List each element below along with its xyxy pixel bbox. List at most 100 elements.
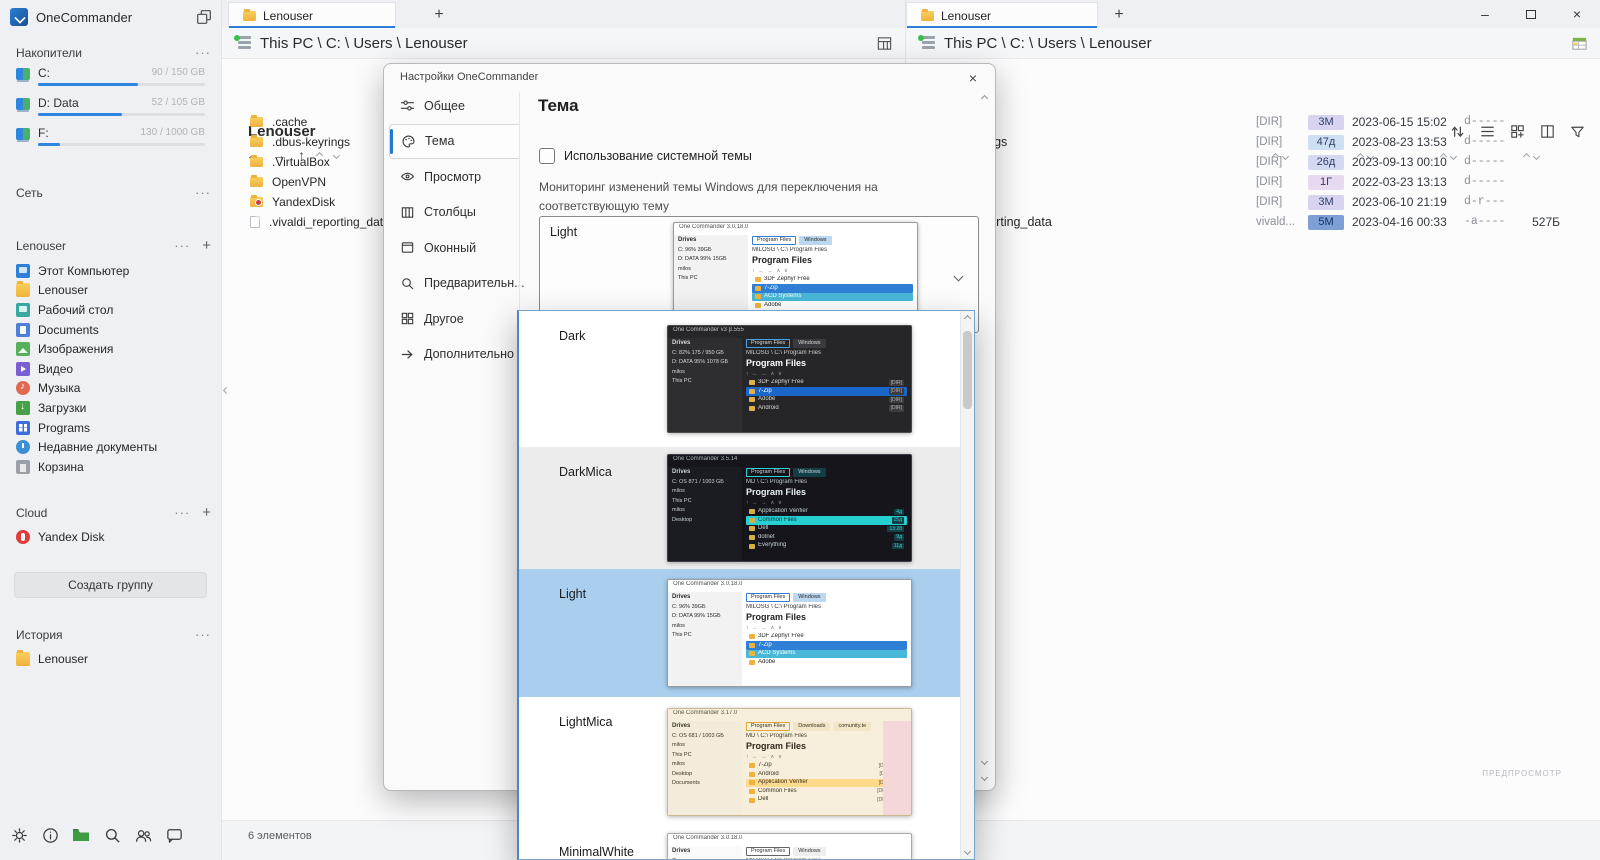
columns-settings-icon[interactable] (1571, 35, 1588, 52)
folder-icon (250, 135, 263, 147)
preview-file-row: ACD Systems (746, 649, 907, 659)
settings-nav-sliders[interactable]: Общее (384, 88, 519, 124)
settings-nav-preview[interactable]: Предварительн... (384, 266, 525, 302)
preview-heading: Program Files (746, 487, 807, 498)
columns-toggle-icon[interactable] (876, 35, 893, 52)
scrollbar-thumb[interactable] (963, 331, 972, 409)
folder-icon (749, 797, 755, 803)
file-row[interactable]: .vivaldi_reporting_datavivald...5М2023-0… (906, 212, 1600, 232)
users-icon[interactable] (132, 824, 154, 846)
dir-tag: [DIR] (1256, 116, 1283, 128)
favorites-add-button[interactable]: + (202, 238, 211, 253)
file-row[interactable]: .dbus-keyrings[DIR]47д2023-08-23 13:53d-… (906, 132, 1600, 152)
theme-thumbnail: One Commander 3.0.18.0 DrivesC:D: DATAmil… (667, 833, 912, 859)
file-size: 527Б (1532, 215, 1560, 229)
sidebar-item[interactable]: Lenouser (0, 649, 221, 669)
recent-icon (16, 440, 30, 455)
sidebar-item[interactable]: Programs (0, 418, 221, 438)
settings-nav-view[interactable]: Просмотр (384, 159, 519, 195)
maximize-button[interactable] (1508, 0, 1554, 28)
theme-option-MinimalWhite[interactable]: MinimalWhite One Commander 3.0.18.0 Drives… (519, 827, 960, 859)
sidebar-item[interactable]: Музыка (0, 379, 221, 399)
sidebar-item[interactable]: Этот Компьютер (0, 261, 221, 281)
preview-titlebar: One Commander 3.5.14 (673, 456, 738, 462)
sidebar-item[interactable]: Рабочий стол (0, 300, 221, 320)
popup-scrollbar[interactable] (960, 311, 974, 859)
sidebar-item[interactable]: Корзина (0, 457, 221, 477)
breadcrumb[interactable]: This PC \ C: \ Users \ Lenouser (260, 35, 468, 52)
theme-thumbnail: One Commander 3.0.18.0 Drives C: 96% 39GБ D… (667, 579, 912, 687)
tab-label: Lenouser (941, 8, 992, 23)
cloud-add-button[interactable]: + (202, 505, 211, 520)
new-tab-button[interactable]: + (1108, 4, 1130, 26)
folder-icon (749, 763, 755, 769)
settings-nav-advanced[interactable]: Дополнительно (384, 337, 519, 373)
settings-nav-palette[interactable]: Тема (389, 123, 519, 159)
drives-menu-button[interactable]: ··· (195, 46, 211, 59)
sidebar-item[interactable]: Yandex Disk (0, 527, 221, 547)
folder-icon (250, 115, 263, 127)
preview-panel-label[interactable]: ПРЕДПРОСМОТР (1482, 769, 1562, 778)
theme-option-Light[interactable]: Light One Commander 3.0.18.0 Drives C: 96% … (519, 569, 960, 697)
right-tab[interactable]: Lenouser (906, 2, 1098, 28)
preview-sidebar: Drives C: 82% 175 / 950 GБ D: DATA 95% 107… (668, 338, 742, 432)
history-menu-button[interactable]: ··· (195, 628, 211, 641)
settings-nav-window[interactable]: Оконный (384, 230, 519, 266)
settings-gear-icon[interactable] (8, 824, 30, 846)
file-row[interactable]: OpenVPN[DIR]1Г2022-03-23 13:13d----- (906, 172, 1600, 192)
folder-icon (755, 303, 761, 309)
system-theme-checkbox-row[interactable]: Использование системной темы (539, 148, 752, 164)
file-row[interactable]: .VirtualBox[DIR]26д2023-09-13 00:10d----… (906, 152, 1600, 172)
theme-option-DarkMica[interactable]: DarkMica One Commander 3.5.14 Drives C: OS … (519, 447, 960, 569)
dir-tag: [DIR] (1256, 136, 1283, 148)
preview-tabs: Program Files Windows (752, 236, 913, 245)
drive-item[interactable]: C: 90 / 150 GB (0, 66, 221, 96)
programs-icon (16, 420, 30, 435)
sidebar-item[interactable]: Загрузки (0, 398, 221, 418)
sidebar-item[interactable]: Изображения (0, 339, 221, 359)
folder-icon (749, 660, 755, 666)
checkbox[interactable] (539, 148, 555, 164)
preview-tabs: Program Files Windows (746, 468, 907, 477)
create-group-button[interactable]: Создать группу (14, 572, 207, 598)
theme-option-LightMica[interactable]: LightMica One Commander 3.17.0 Drives C: OS… (519, 697, 960, 827)
preview-titlebar: One Commander 3.0.18.0 (673, 835, 743, 841)
preview-file-name: Dell (758, 525, 769, 532)
sidebar-item[interactable]: Documents (0, 320, 221, 340)
detach-panel-icon[interactable] (195, 8, 213, 26)
sidebar-item[interactable]: Недавние документы (0, 437, 221, 457)
folder-icon (749, 509, 755, 515)
file-date: 2022-03-23 13:13 (1352, 175, 1447, 189)
info-icon[interactable] (39, 824, 61, 846)
file-row[interactable]: .cache[DIR]3М2023-06-15 15:02d----- (906, 112, 1600, 132)
drive-item[interactable]: F: 130 / 1000 GB (0, 126, 221, 156)
minimize-button[interactable]: – (1462, 0, 1508, 28)
file-row[interactable]: YandexDisk[DIR]3М2023-06-10 21:19d-r--- (906, 192, 1600, 212)
search-icon[interactable] (101, 824, 123, 846)
folders-icon[interactable] (70, 824, 92, 846)
settings-nav-columns[interactable]: Столбцы (384, 195, 519, 231)
close-button[interactable]: × (1554, 0, 1600, 28)
drive-item[interactable]: D: Data 52 / 105 GB (0, 96, 221, 126)
preview-heading: Program Files (746, 358, 807, 369)
dialog-close-button[interactable]: × (961, 68, 985, 88)
favorites-menu-button[interactable]: ··· (174, 239, 190, 252)
cloud-list: Yandex Disk (0, 527, 221, 547)
breadcrumb[interactable]: This PC \ C: \ Users \ Lenouser (944, 35, 1152, 52)
dialog-scrollbar[interactable] (979, 94, 991, 782)
preview-sidebar-row: This PC (672, 751, 692, 758)
sidebar-item[interactable]: Видео (0, 359, 221, 379)
theme-option-label: Light (559, 587, 587, 601)
network-menu-button[interactable]: ··· (195, 186, 211, 199)
cloud-menu-button[interactable]: ··· (174, 506, 190, 519)
sidebar-toolbar (8, 824, 185, 846)
cloud-section-label: Cloud (16, 506, 48, 520)
new-tab-button[interactable]: + (428, 4, 450, 26)
chat-icon[interactable] (163, 824, 185, 846)
left-tab[interactable]: Lenouser (228, 2, 396, 28)
sidebar-item[interactable]: Lenouser (0, 281, 221, 301)
theme-preview-Dark: One Commander v3 β.555 Drives C: 82% 175 /… (667, 325, 912, 433)
theme-option-Dark[interactable]: Dark One Commander v3 β.555 Drives C: 82% 1… (519, 311, 960, 447)
settings-nav-other[interactable]: Другое (384, 301, 519, 337)
preview-file-row: 3DF Zephyr Free (746, 633, 907, 642)
